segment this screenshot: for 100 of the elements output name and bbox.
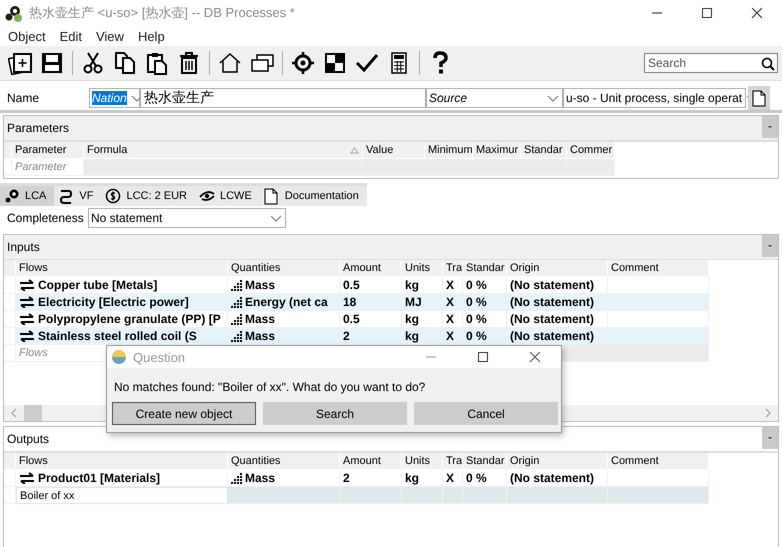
table-cell: 18 <box>340 294 402 311</box>
tab[interactable]: LCWE <box>195 186 260 206</box>
tab[interactable]: LCC: 2 EUR <box>101 186 195 206</box>
caret-icon[interactable] <box>130 94 143 102</box>
dialog-button[interactable]: Search <box>263 402 407 425</box>
tab[interactable]: VF <box>54 186 102 206</box>
scroll-left-icon <box>10 408 18 418</box>
exchange-arrows-icon <box>19 330 35 342</box>
menu-item[interactable]: View <box>90 28 130 44</box>
table-cell: X <box>443 470 463 487</box>
menu-item[interactable]: Edit <box>54 28 88 44</box>
column-header[interactable]: Standar <box>463 453 507 470</box>
table-cell: X <box>443 294 463 311</box>
column-header[interactable]: Standar <box>463 260 507 277</box>
search-icon <box>761 57 775 71</box>
gears-icon <box>4 4 22 22</box>
home-icon[interactable] <box>218 51 242 75</box>
save-icon[interactable] <box>40 51 64 75</box>
collapse-button[interactable]: - <box>762 235 778 257</box>
dialog-title: Question <box>133 350 186 364</box>
coin-icon <box>105 188 122 204</box>
scroll-right-icon <box>764 408 772 418</box>
name-field[interactable]: 热水壶生产 <box>140 88 426 108</box>
column-header[interactable]: Quantities <box>228 260 340 277</box>
panel-title: Parameters <box>6 121 70 135</box>
column-header[interactable]: Comment <box>608 260 709 277</box>
table-cell: 0.5 <box>340 277 402 294</box>
column-header[interactable]: Comment <box>608 453 709 470</box>
close-icon[interactable] <box>529 351 541 363</box>
nation-dropdown[interactable]: Nation <box>89 88 140 108</box>
column-header[interactable]: Quantities <box>228 453 340 470</box>
collapse-button[interactable]: - <box>762 116 778 138</box>
paste-icon[interactable] <box>145 51 169 75</box>
table-cell: kg <box>402 328 443 345</box>
table-cell <box>402 487 443 504</box>
column-header[interactable]: Tra <box>443 260 463 277</box>
menu-item[interactable]: Help <box>132 28 171 44</box>
table-cell: (No statement) <box>507 470 608 487</box>
tab[interactable]: LCA <box>0 186 54 206</box>
table-cell: 0 % <box>463 294 507 311</box>
column-header[interactable]: Units <box>402 260 443 277</box>
table-cell: MJ <box>402 294 443 311</box>
trash-icon[interactable] <box>177 51 201 75</box>
completeness-label: Completeness <box>6 211 85 225</box>
tab[interactable]: Documentation <box>260 186 367 206</box>
dotted-scale-icon <box>231 296 242 308</box>
dotted-scale-icon <box>231 472 242 484</box>
process-type-dropdown[interactable]: u-so - Unit process, single operat <box>563 88 746 108</box>
menu-item[interactable]: Object <box>2 28 52 44</box>
check-icon[interactable] <box>355 51 379 75</box>
column-header[interactable]: Parameter <box>12 142 84 159</box>
dialog-button[interactable]: Cancel <box>414 402 558 425</box>
table-cell <box>463 487 507 504</box>
column-header[interactable]: Standar <box>521 142 567 159</box>
maximize-icon[interactable] <box>477 351 489 363</box>
table-cell: Energy (net ca <box>228 294 340 311</box>
column-header[interactable]: Amount <box>340 453 402 470</box>
column-header[interactable]: Flows <box>16 453 228 470</box>
caret-icon[interactable] <box>547 94 559 102</box>
checker-icon[interactable] <box>323 51 347 75</box>
column-header[interactable]: Commer <box>567 142 615 159</box>
scroll-thumb[interactable] <box>24 405 42 421</box>
caret-icon[interactable] <box>270 214 282 222</box>
column-header[interactable]: Tra <box>443 453 463 470</box>
dotted-scale-icon <box>231 330 242 342</box>
cut-icon[interactable] <box>81 51 105 75</box>
table-cell: X <box>443 311 463 328</box>
close-icon[interactable] <box>751 7 763 19</box>
half-circle-icon <box>111 349 127 365</box>
column-header[interactable]: Amount <box>340 260 402 277</box>
column-header[interactable]: Units <box>402 453 443 470</box>
table-cell: Mass <box>228 328 340 345</box>
column-header[interactable]: Origin <box>507 453 608 470</box>
column-header[interactable]: Formula <box>84 142 363 159</box>
new-document-icon[interactable] <box>8 51 32 75</box>
table-cell: kg <box>402 277 443 294</box>
column-header[interactable]: Value <box>363 142 425 159</box>
dialog-button[interactable]: Create new object <box>112 402 256 425</box>
document-icon[interactable] <box>752 90 766 106</box>
table-cell: Product01 [Materials] <box>16 470 228 487</box>
column-header[interactable]: Minimum <box>425 142 473 159</box>
column-header[interactable]: Flows <box>16 260 228 277</box>
maximize-icon[interactable] <box>701 7 713 19</box>
exchange-arrows-icon <box>19 313 35 325</box>
copy-icon[interactable] <box>113 51 137 75</box>
table-cell[interactable]: Parameter <box>12 159 84 176</box>
column-header[interactable]: Maximur <box>473 142 521 159</box>
table-cell: Mass <box>228 277 340 294</box>
document-icon <box>264 188 280 204</box>
table-cell: (No statement) <box>507 328 608 345</box>
table-cell[interactable]: Boiler of xx <box>16 487 228 504</box>
table-cell: X <box>443 328 463 345</box>
table-cell: Stainless steel rolled coil (S <box>16 328 228 345</box>
search-field[interactable]: Search <box>644 53 778 73</box>
column-header[interactable]: Origin <box>507 260 608 277</box>
target-icon[interactable] <box>291 51 315 75</box>
completeness-dropdown[interactable]: No statement <box>88 208 286 228</box>
dialog-message: No matches found: "Boiler of xx". What do you want to do? <box>113 379 426 396</box>
collapse-button[interactable]: - <box>762 427 778 449</box>
source-dropdown[interactable]: Source <box>426 88 563 108</box>
